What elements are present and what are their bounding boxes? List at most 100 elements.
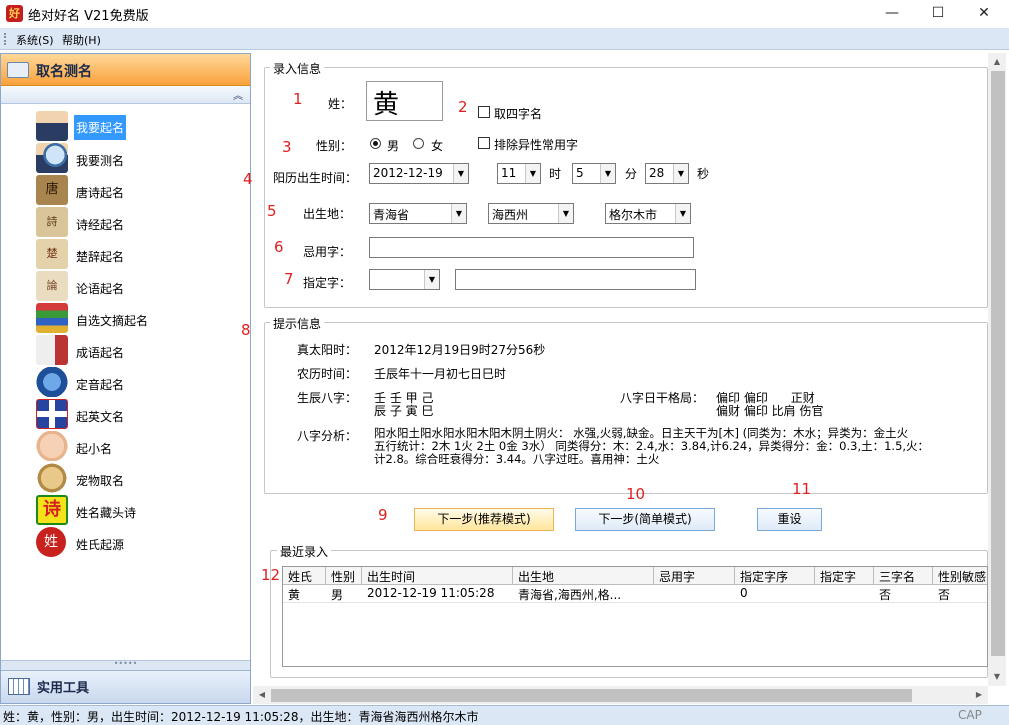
column-header-three-char[interactable]: 三字名 [874,567,933,585]
column-header-surname[interactable]: 姓氏 [283,567,326,585]
analysis-line-3: 计2.8。综合旺衰得分：3.44。八字过旺。喜用神：土火 [374,452,660,466]
sidebar-item-chengyu[interactable]: 成语起名 [36,335,246,365]
recent-table[interactable]: 姓氏 性别 出生时间 出生地 忌用字 指定字序 指定字 三字名 性别敏感 黄 男… [282,566,988,667]
sidebar-item-label: 姓名藏头诗 [76,506,137,520]
column-header-gender[interactable]: 性别 [326,567,362,585]
dropdown-arrow-icon: ▼ [424,270,439,289]
column-header-birth-time[interactable]: 出生时间 [362,567,513,585]
birth-date-value: 2012-12-19 [373,166,443,180]
hour-select[interactable]: 11 ▼ [497,163,541,184]
annotation-9: 9 [378,506,388,524]
prefecture-select[interactable]: 海西州 ▼ [488,203,574,224]
exclude-opposite-checkbox[interactable] [478,137,490,149]
collapse-up-icon[interactable]: ︽ [233,87,243,102]
next-recommended-button[interactable]: 下一步(推荐模式) [414,508,554,531]
sidebar-item-origin[interactable]: 姓 姓氏起源 [36,527,246,557]
window-title: 绝对好名 V21免费版 [28,9,149,24]
female-radio[interactable] [413,138,424,149]
sidebar-item-pet[interactable]: 宠物取名 [36,463,246,493]
sidebar-item-lunyu[interactable]: 論 论语起名 [36,271,246,301]
annotation-4: 4 [243,170,253,188]
dropdown-arrow-icon: ▼ [675,204,690,223]
poem-icon: 诗 [36,495,68,525]
sidebar-item-label: 我要测名 [76,154,125,168]
second-select[interactable]: 28 ▼ [645,163,689,184]
annotation-3: 3 [282,138,292,156]
sidebar-item-ceming[interactable]: 我要测名 [36,143,246,173]
sidebar-item-label: 论语起名 [76,282,125,296]
title-bar[interactable] [0,0,1009,27]
city-select[interactable]: 格尔木市 ▼ [605,203,691,224]
scroll-down-icon[interactable]: ▼ [988,668,1006,686]
four-char-checkbox[interactable] [478,106,490,118]
second-unit: 秒 [697,167,710,181]
gender-label: 性别： [316,139,353,153]
table-cell: 否 [879,588,892,602]
province-select[interactable]: 青海省 ▼ [369,203,467,224]
minimize-button[interactable]: — [869,0,915,27]
horizontal-scroll-thumb[interactable] [271,689,912,702]
minute-select[interactable]: 5 ▼ [572,163,616,184]
caps-lock-indicator: CAP [958,708,982,722]
column-header-assign-char[interactable]: 指定字 [815,567,874,585]
next-simple-button[interactable]: 下一步(简单模式) [575,508,715,531]
sidebar-splitter[interactable]: ••••• [1,660,250,670]
annotation-10: 10 [626,485,646,503]
scroll-right-icon[interactable]: ▶ [970,686,988,704]
table-cell: 青海省,海西州,格... [518,588,622,602]
app-logo-icon: 好 [6,5,23,22]
column-header-avoid-chars[interactable]: 忌用字 [654,567,735,585]
female-label: 女 [431,139,444,153]
chuci-scroll-icon: 楚 [36,239,68,269]
sidebar-item-xiaoming[interactable]: 起小名 [36,431,246,461]
maximize-button[interactable]: ☐ [915,0,961,27]
vertical-scroll-thumb[interactable] [991,71,1005,656]
assign-chars-input[interactable] [455,269,696,290]
baby-icon [36,431,68,461]
sidebar-item-poem[interactable]: 诗 姓名藏头诗 [36,495,246,525]
sidebar-item-dingyin[interactable]: 定音起名 [36,367,246,397]
dog-icon [36,463,68,493]
avoid-chars-label: 忌用字： [303,245,352,259]
column-header-assign-order[interactable]: 指定字序 [735,567,815,585]
annotation-11: 11 [792,480,812,498]
assign-position-select[interactable]: ▼ [369,269,440,290]
table-cell: 0 [740,586,748,600]
poetry-scroll-icon: 詩 [36,207,68,237]
sidebar-item-shijing[interactable]: 詩 诗经起名 [36,207,246,237]
four-char-label: 取四字名 [494,107,543,121]
annotation-7: 7 [284,270,294,288]
birth-date-picker[interactable]: 2012-12-19 ▼ [369,163,469,184]
sidebar-item-wenzhai[interactable]: 自选文摘起名 [36,303,246,333]
lunar-time-value: 壬辰年十一月初七日巳时 [374,367,507,381]
table-cell: 否 [938,588,951,602]
close-button[interactable]: ✕ [961,0,1007,27]
column-header-gender-sensitive[interactable]: 性别敏感 [933,567,987,585]
analysis-text: 阳水阳土阳水阳水阳木阳木阴土阴火： 水强,火弱,缺金。日主天干为[木] (同类为… [374,427,988,471]
surname-label: 姓： [328,97,353,111]
column-header-birthplace[interactable]: 出生地 [513,567,654,585]
tang-book-icon: 唐 [36,175,68,205]
male-radio[interactable] [370,138,381,149]
sidebar-item-chuci[interactable]: 楚 楚辞起名 [36,239,246,269]
second-value: 28 [649,166,665,180]
menu-system[interactable]: 系统(S) [16,32,54,48]
surname-input[interactable]: 黄 [366,81,443,121]
scroll-left-icon[interactable]: ◀ [253,686,271,704]
hour-unit: 时 [549,167,562,181]
sidebar-item-english[interactable]: 起英文名 [36,399,246,429]
recent-group-legend: 最近录入 [277,543,332,560]
dropdown-arrow-icon: ▼ [453,164,468,183]
scroll-up-icon[interactable]: ▲ [988,53,1006,71]
calendar-icon [8,678,30,695]
sidebar-item-qiming[interactable]: 我要起名 [36,111,246,141]
sidebar-item-tangshi[interactable]: 唐 唐诗起名 [36,175,246,205]
dropdown-arrow-icon: ▼ [525,164,540,183]
minute-value: 5 [576,166,584,180]
sidebar-item-label: 起英文名 [76,410,125,424]
reset-button[interactable]: 重设 [757,508,822,531]
avoid-chars-input[interactable] [369,237,694,258]
books-icon [36,303,68,333]
sidebar-item-label: 楚辞起名 [76,250,125,264]
menu-help[interactable]: 帮助(H) [62,32,101,48]
